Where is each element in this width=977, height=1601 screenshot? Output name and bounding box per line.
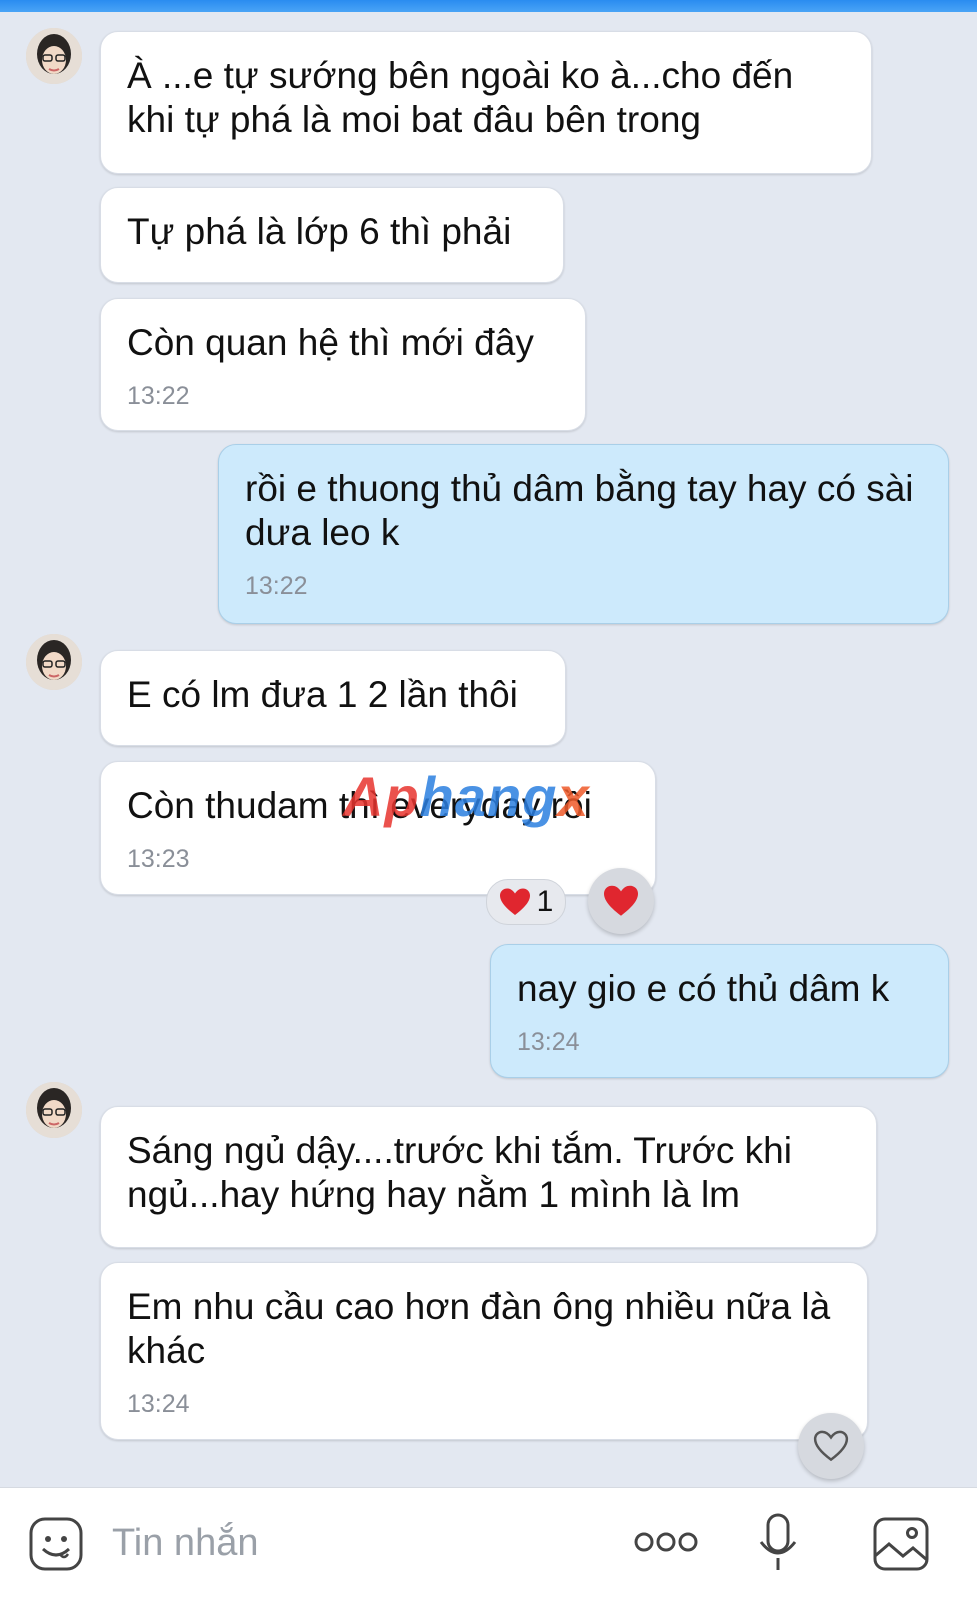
message-time: 13:24 [127, 1390, 190, 1418]
message-bubble-incoming[interactable]: À ...e tự sướng bên ngoài ko à...cho đến… [100, 31, 872, 174]
message-bubble-incoming[interactable]: Sáng ngủ dậy....trước khi tắm. Trước khi… [100, 1106, 877, 1248]
message-text: nay gio e có thủ dâm k [517, 968, 890, 1009]
avatar-face-icon [26, 1082, 82, 1138]
message-text: Còn quan hệ thì mới đây [127, 322, 534, 363]
microphone-icon[interactable] [758, 1512, 798, 1579]
status-bar-strip [0, 0, 977, 12]
message-time: 13:22 [245, 572, 308, 600]
message-bubble-incoming[interactable]: Còn thudam thì everyday rồi 13:23 [100, 761, 656, 895]
message-bubble-incoming[interactable]: Em nhu cầu cao hơn đàn ông nhiều nữa là … [100, 1262, 868, 1440]
react-heart-outline-button[interactable] [798, 1413, 864, 1479]
react-heart-button[interactable] [588, 868, 654, 934]
message-time: 13:22 [127, 382, 190, 410]
contact-avatar[interactable] [26, 634, 82, 690]
message-time: 13:24 [517, 1028, 580, 1056]
message-bubble-outgoing[interactable]: nay gio e có thủ dâm k 13:24 [490, 944, 949, 1078]
avatar-face-icon [26, 634, 82, 690]
message-time: 13:23 [127, 845, 190, 873]
message-input-bar: Tin nhắn [0, 1487, 977, 1601]
message-bubble-incoming[interactable]: E có lm đưa 1 2 lần thôi [100, 650, 566, 746]
contact-avatar[interactable] [26, 1082, 82, 1138]
reaction-summary[interactable]: 1 [486, 879, 566, 925]
image-icon[interactable] [872, 1516, 930, 1577]
message-bubble-incoming[interactable]: Còn quan hệ thì mới đây 13:22 [100, 298, 586, 431]
message-text: Sáng ngủ dậy....trước khi tắm. Trước khi… [127, 1130, 792, 1215]
message-bubble-incoming[interactable]: Tự phá là lớp 6 thì phải [100, 187, 564, 283]
heart-icon [499, 888, 530, 915]
message-text: E có lm đưa 1 2 lần thôi [127, 674, 518, 715]
contact-avatar[interactable] [26, 28, 82, 84]
message-text: Tự phá là lớp 6 thì phải [127, 211, 512, 252]
message-text: Em nhu cầu cao hơn đàn ông nhiều nữa là … [127, 1286, 831, 1371]
message-text: À ...e tự sướng bên ngoài ko à...cho đến… [127, 55, 794, 140]
more-icon[interactable] [634, 1530, 698, 1559]
message-input[interactable]: Tin nhắn [112, 1522, 258, 1565]
heart-outline-icon [813, 1430, 849, 1462]
message-text: Còn thudam thì everyday rồi [127, 785, 592, 826]
reaction-count: 1 [536, 885, 554, 918]
message-text: rồi e thuong thủ dâm bằng tay hay có sài… [245, 468, 914, 553]
sticker-icon[interactable] [28, 1516, 84, 1577]
message-bubble-outgoing[interactable]: rồi e thuong thủ dâm bằng tay hay có sài… [218, 444, 949, 624]
avatar-face-icon [26, 28, 82, 84]
heart-icon [604, 885, 638, 916]
